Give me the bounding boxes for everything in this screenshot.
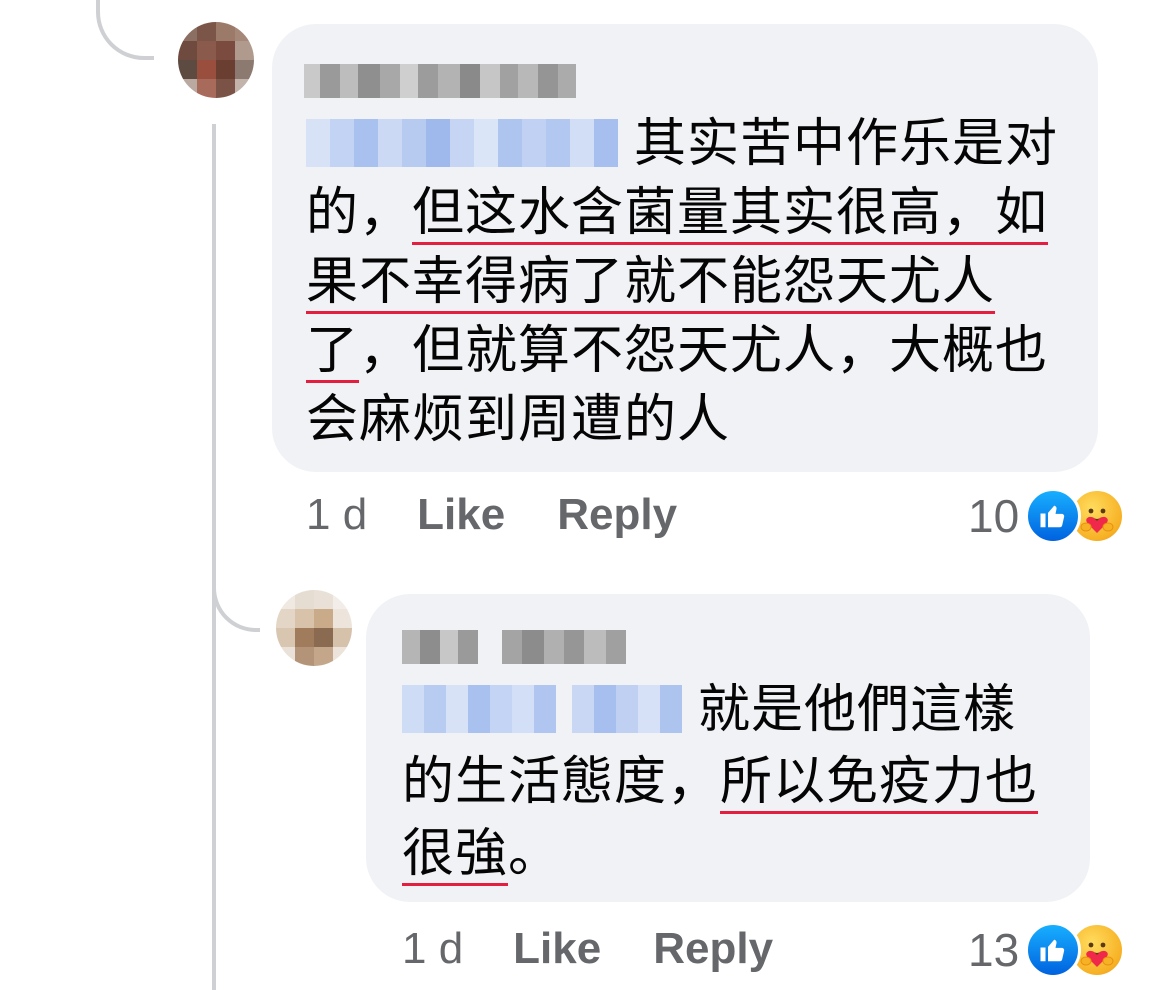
like-button[interactable]: Like xyxy=(417,490,505,540)
reaction-summary[interactable]: 13 xyxy=(968,922,1126,978)
mention-tag-redacted[interactable] xyxy=(402,685,682,733)
thread-connector-vertical xyxy=(212,124,216,990)
comment-bubble: 其实苦中作乐是对的，但这水含菌量其实很高，如果不幸得病了就不能怨天尤人了，但就算… xyxy=(272,24,1098,472)
reply-button[interactable]: Reply xyxy=(653,924,773,974)
like-button[interactable]: Like xyxy=(513,924,601,974)
reaction-count: 10 xyxy=(968,490,1020,542)
mention-tag-redacted[interactable] xyxy=(306,119,618,167)
reply-bubble: 就是他們這樣的生活態度，所以免疫力也很強。 xyxy=(366,594,1090,902)
thumbs-up-icon xyxy=(1025,488,1082,544)
thumbs-up-icon xyxy=(1025,922,1082,978)
avatar[interactable] xyxy=(178,22,254,98)
comment-text: 其实苦中作乐是对的，但这水含菌量其实很高，如果不幸得病了就不能怨天尤人了，但就算… xyxy=(306,110,1076,455)
comment-timestamp[interactable]: 1 d xyxy=(402,924,463,974)
reaction-count: 13 xyxy=(968,924,1020,976)
comment-actions: 1 d Like Reply xyxy=(306,490,729,540)
reaction-summary[interactable]: 10 xyxy=(968,488,1126,544)
comment-text-rest: 。 xyxy=(508,824,562,884)
thread-connector-top xyxy=(96,0,154,60)
avatar[interactable] xyxy=(276,590,352,666)
thread-connector-reply xyxy=(212,560,260,632)
reply-button[interactable]: Reply xyxy=(557,490,677,540)
comment-text: 就是他們這樣的生活態度，所以免疫力也很強。 xyxy=(402,674,1062,890)
comment-actions: 1 d Like Reply xyxy=(402,924,825,974)
author-name-redacted[interactable] xyxy=(402,630,626,664)
comment-text-rest: ，但就算不怨天尤人，大概也会麻烦到周遭的人 xyxy=(306,321,1049,450)
comment-timestamp[interactable]: 1 d xyxy=(306,490,367,540)
author-name-redacted[interactable] xyxy=(304,64,576,98)
